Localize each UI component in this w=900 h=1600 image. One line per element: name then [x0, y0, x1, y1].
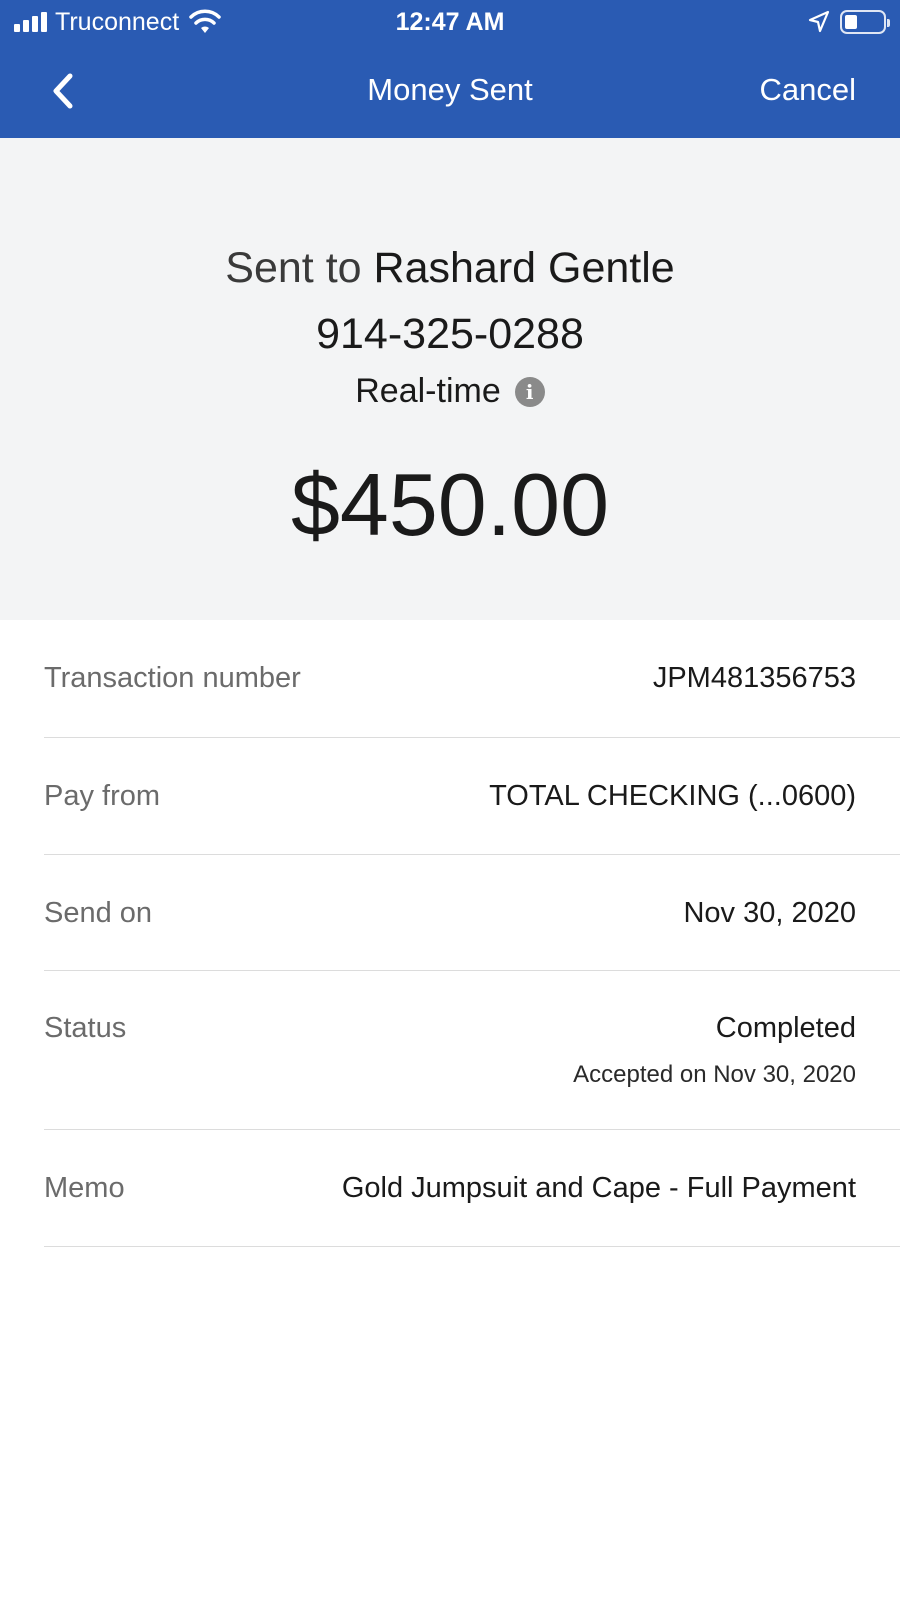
- delivery-speed: Real-time i: [0, 372, 900, 411]
- transaction-details: Transaction number JPM481356753 Pay from…: [0, 620, 900, 1247]
- battery-icon: [840, 10, 890, 34]
- navigation-bar: Money Sent Cancel: [0, 56, 900, 128]
- detail-value: Nov 30, 2020: [683, 897, 856, 929]
- detail-row-status: Status Completed Accepted on Nov 30, 202…: [44, 971, 900, 1130]
- payment-summary: Sent to Rashard Gentle 914-325-0288 Real…: [0, 138, 900, 620]
- status-right: [808, 8, 890, 36]
- delivery-speed-label: Real-time: [355, 372, 501, 410]
- sent-to-prefix: Sent to: [225, 244, 362, 292]
- amount-sent: $450.00: [290, 455, 610, 554]
- detail-row-memo: Memo Gold Jumpsuit and Cape - Full Payme…: [44, 1130, 900, 1247]
- status-value: Completed: [715, 1012, 856, 1044]
- sent-to-line: Sent to Rashard Gentle: [0, 244, 900, 293]
- detail-label: Status: [44, 1012, 127, 1044]
- info-icon[interactable]: i: [514, 376, 545, 407]
- detail-row-send-on: Send on Nov 30, 2020: [44, 855, 900, 971]
- recipient-name: Rashard Gentle: [373, 244, 675, 292]
- status-bar: Truconnect 12:47 AM: [0, 0, 900, 46]
- status-detail: Accepted on Nov 30, 2020: [573, 1061, 856, 1088]
- detail-row-transaction-number: Transaction number JPM481356753: [44, 620, 900, 738]
- detail-value: TOTAL CHECKING (...0600): [489, 780, 856, 812]
- detail-label: Pay from: [44, 780, 161, 812]
- cancel-button[interactable]: Cancel: [760, 72, 857, 108]
- status-time: 12:47 AM: [395, 8, 505, 36]
- detail-value: JPM481356753: [652, 662, 856, 694]
- detail-label: Send on: [44, 897, 153, 929]
- detail-row-pay-from: Pay from TOTAL CHECKING (...0600): [44, 738, 900, 855]
- recipient-phone: 914-325-0288: [316, 310, 584, 358]
- detail-value: Gold Jumpsuit and Cape - Full Payment: [341, 1172, 856, 1204]
- app-header: Truconnect 12:47 AM Money Sent Cancel: [0, 0, 900, 138]
- detail-label: Transaction number: [44, 662, 301, 694]
- detail-label: Memo: [44, 1172, 125, 1204]
- location-arrow-icon: [808, 10, 830, 33]
